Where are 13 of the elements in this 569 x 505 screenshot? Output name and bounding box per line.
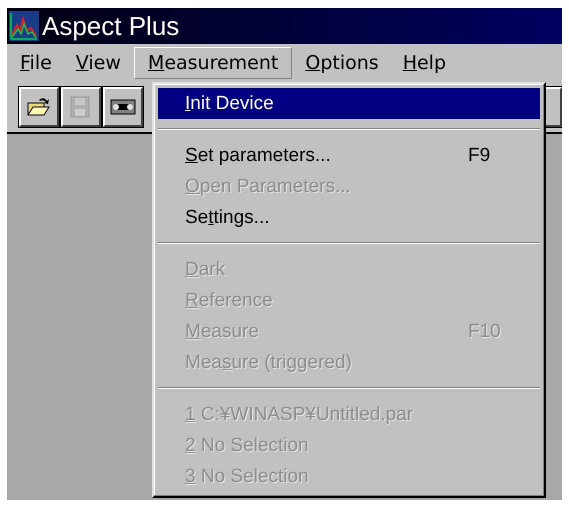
toolbar-button[interactable] — [19, 87, 59, 127]
menu-item[interactable]: File — [9, 47, 63, 79]
menu-item[interactable]: Set parameters... F9 — [158, 140, 540, 171]
menu-item[interactable]: Help — [392, 47, 458, 79]
shortcut-label: F9 — [468, 144, 492, 166]
menu-item[interactable]: Measurement — [134, 47, 292, 79]
menu-item[interactable]: Options — [294, 47, 390, 79]
menu-item[interactable]: Init Device — [158, 88, 540, 119]
window-title: Aspect Plus — [42, 10, 180, 42]
toolbar-button[interactable] — [103, 87, 143, 127]
menu-item[interactable]: Settings... — [158, 202, 540, 233]
spectrum-icon — [9, 11, 39, 41]
menu-item[interactable]: View — [64, 47, 132, 79]
